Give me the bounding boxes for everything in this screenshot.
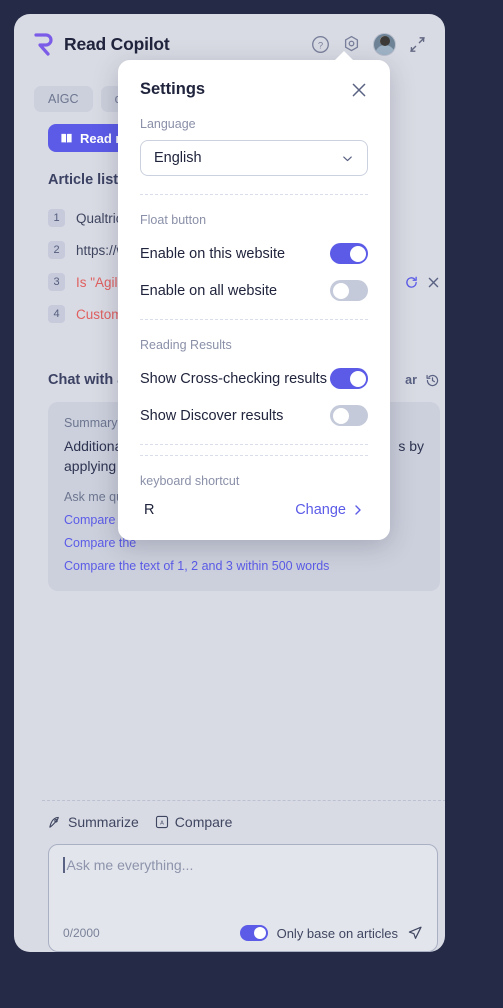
setting-show-cross-checking[interactable]: Show Cross-checking results (140, 368, 368, 389)
enable-all-website-toggle[interactable] (330, 280, 368, 301)
suggestion-item[interactable]: Compare the text of 1, 2 and 3 within 50… (64, 559, 424, 573)
divider (42, 800, 445, 801)
divider (140, 194, 368, 195)
collapse-arrows-icon[interactable] (408, 35, 427, 54)
divider (140, 455, 368, 456)
tab-aigc[interactable]: AIGC (34, 86, 93, 112)
row-index: 4 (48, 305, 65, 323)
history-clock-icon[interactable] (425, 373, 440, 388)
setting-show-discover[interactable]: Show Discover results (140, 405, 368, 426)
settings-title: Settings (140, 80, 206, 98)
composer-input-row[interactable]: Ask me everything... (63, 857, 423, 873)
quick-action-label: Summarize (68, 814, 139, 830)
language-select[interactable]: English (140, 140, 368, 176)
change-shortcut-link[interactable]: Change (295, 502, 364, 518)
row-index: 1 (48, 209, 65, 227)
svg-text:?: ? (318, 40, 323, 51)
svg-text:A: A (160, 820, 164, 826)
settings-popover: Settings Language English Float button E… (118, 51, 390, 540)
change-label: Change (295, 502, 346, 518)
summarize-button[interactable]: Summarize (48, 814, 139, 830)
composer[interactable]: Ask me everything... 0/2000 Only base on… (48, 844, 438, 952)
user-avatar[interactable] (373, 32, 396, 56)
setting-label: Enable on all website (140, 282, 278, 299)
shortcut-key-value: R (144, 502, 155, 518)
tab-label: AIGC (48, 92, 79, 106)
keyboard-shortcut-row: R Change (140, 502, 368, 518)
setting-label: Show Cross-checking results (140, 370, 327, 387)
keyboard-shortcut-label: keyboard shortcut (140, 474, 240, 488)
composer-footer-right: Only base on articles (239, 925, 423, 941)
brand: Read Copilot (34, 32, 170, 56)
close-icon[interactable] (350, 81, 368, 99)
divider (140, 444, 368, 445)
row-index: 3 (48, 273, 65, 291)
brand-name: Read Copilot (64, 33, 170, 54)
setting-label: Show Discover results (140, 407, 284, 424)
read-copilot-logo-icon (34, 32, 53, 56)
row-index: 2 (48, 241, 65, 259)
text-caret (63, 857, 65, 873)
row-tools (405, 276, 440, 289)
only-base-label: Only base on articles (276, 925, 398, 941)
compare-button[interactable]: A Compare (155, 814, 233, 830)
toggle-knob (332, 282, 349, 299)
pen-summarize-icon (49, 816, 59, 828)
toggle-knob (349, 370, 366, 387)
chevron-down-icon (343, 155, 352, 161)
reading-results-label: Reading Results (140, 338, 232, 352)
composer-footer: 0/2000 Only base on articles (63, 925, 423, 941)
show-discover-toggle[interactable] (330, 405, 368, 426)
enable-this-website-toggle[interactable] (330, 243, 368, 264)
clear-label[interactable]: ar (405, 373, 417, 387)
only-base-on-articles-toggle[interactable] (239, 925, 268, 941)
show-cross-checking-toggle[interactable] (330, 368, 368, 389)
composer-placeholder: Ask me everything... (66, 857, 194, 873)
setting-enable-all-website[interactable]: Enable on all website (140, 280, 368, 301)
setting-label: Enable on this website (140, 245, 286, 262)
chat-header-actions: ar (405, 373, 440, 388)
help-circle-icon[interactable]: ? (311, 35, 330, 54)
setting-enable-this-website[interactable]: Enable on this website (140, 243, 368, 264)
char-counter: 0/2000 (63, 926, 100, 940)
toggle-knob (253, 927, 266, 939)
quick-actions: Summarize A Compare (48, 814, 232, 830)
divider (140, 319, 368, 320)
close-icon[interactable] (427, 276, 440, 289)
quick-action-label: Compare (174, 814, 233, 830)
settings-header: Settings (140, 80, 368, 99)
send-paper-plane-icon[interactable] (407, 925, 423, 941)
float-button-label: Float button (140, 213, 207, 227)
language-value: English (154, 150, 202, 166)
refresh-icon[interactable] (405, 276, 418, 289)
toggle-knob (332, 407, 349, 424)
chevron-right-icon (355, 505, 361, 515)
language-label: Language (140, 117, 196, 131)
compare-icon: A (155, 815, 168, 829)
summary-line-1-tail: s by (398, 438, 424, 454)
header-actions: ? (311, 32, 427, 56)
book-icon (61, 133, 72, 143)
toggle-knob (349, 245, 366, 262)
